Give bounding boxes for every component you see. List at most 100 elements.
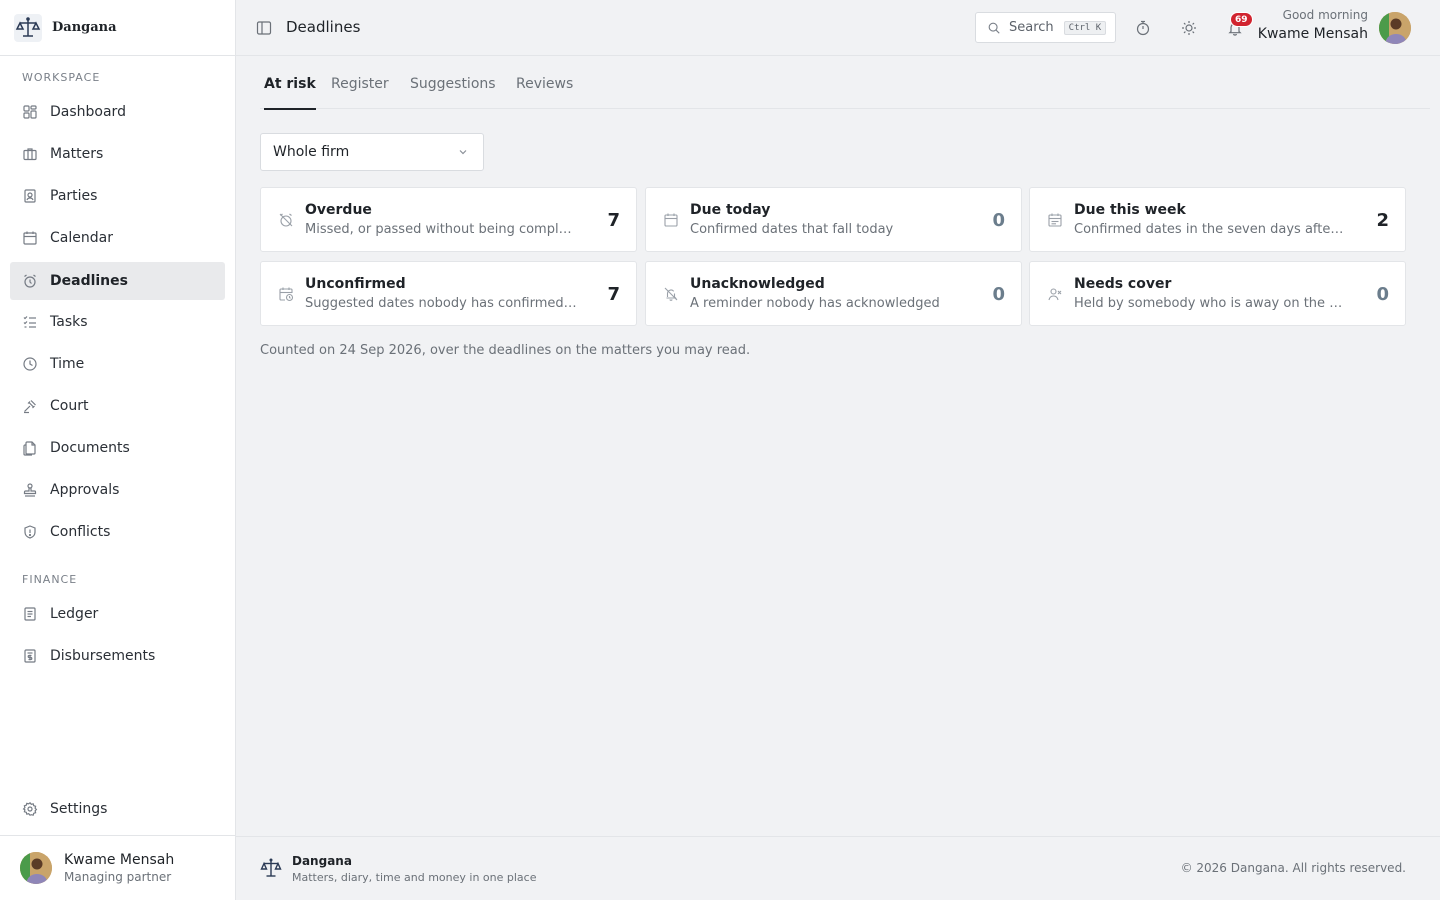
card-title: Needs cover bbox=[1074, 276, 1172, 292]
sidebar-item-label: Deadlines bbox=[50, 273, 128, 289]
sidebar-item-label: Calendar bbox=[50, 230, 113, 246]
chevron-down-icon bbox=[459, 150, 467, 155]
tab-bar: At risk Register Suggestions Reviews bbox=[260, 58, 1430, 110]
sidebar-user-role: Managing partner bbox=[64, 870, 172, 884]
section-title-workspace: WORKSPACE bbox=[22, 71, 101, 84]
footer-copyright: © 2026 Dangana. All rights reserved. bbox=[1180, 861, 1406, 875]
sidebar-item-calendar[interactable]: Calendar bbox=[10, 219, 225, 257]
risk-card-due-today[interactable]: Due today Confirmed dates that fall toda… bbox=[645, 187, 1022, 252]
tab-register[interactable]: Register bbox=[331, 76, 389, 109]
card-count: 2 bbox=[1376, 210, 1389, 231]
card-description: A reminder nobody has acknowledged bbox=[690, 296, 940, 311]
card-description: Held by somebody who is away on the date bbox=[1074, 296, 1346, 311]
sidebar-item-documents[interactable]: Documents bbox=[10, 429, 225, 467]
sidebar-item-settings[interactable]: Settings bbox=[10, 790, 225, 828]
sidebar-item-ledger[interactable]: Ledger bbox=[10, 595, 225, 633]
footer-tagline: Matters, diary, time and money in one pl… bbox=[292, 871, 537, 884]
calendar-icon bbox=[663, 212, 679, 228]
card-description: Suggested dates nobody has confirmed or… bbox=[305, 296, 577, 311]
tab-suggestions[interactable]: Suggestions bbox=[410, 76, 496, 109]
sidebar-item-label: Tasks bbox=[50, 314, 88, 330]
user-greeting[interactable]: Good morning Kwame Mensah bbox=[1258, 8, 1368, 42]
sidebar-toggle-icon[interactable] bbox=[256, 20, 272, 36]
risk-card-unacknowledged[interactable]: Unacknowledged A reminder nobody has ack… bbox=[645, 261, 1022, 326]
card-title: Unacknowledged bbox=[690, 276, 825, 292]
sidebar-item-deadlines[interactable]: Deadlines bbox=[10, 262, 225, 300]
sidebar-item-time[interactable]: Time bbox=[10, 345, 225, 383]
gavel-icon bbox=[22, 398, 38, 414]
sidebar-item-conflicts[interactable]: Conflicts bbox=[10, 513, 225, 551]
page-title: Deadlines bbox=[286, 18, 361, 36]
scales-logo-icon bbox=[14, 13, 42, 42]
footer-brand-name: Dangana bbox=[292, 854, 352, 868]
sidebar-item-dashboard[interactable]: Dashboard bbox=[10, 93, 225, 131]
risk-card-due-this-week[interactable]: Due this week Confirmed dates in the sev… bbox=[1029, 187, 1406, 252]
dashboard-icon bbox=[22, 104, 38, 120]
timer-icon[interactable] bbox=[1134, 19, 1152, 37]
card-title: Due today bbox=[690, 202, 771, 218]
user-x-icon bbox=[1047, 286, 1063, 302]
scope-select[interactable]: Whole firm bbox=[260, 133, 484, 171]
ledger-icon bbox=[22, 606, 38, 622]
card-description: Missed, or passed without being complete… bbox=[305, 222, 577, 237]
sidebar: Dangana WORKSPACE Dashboard Matters Part… bbox=[0, 0, 236, 900]
sidebar-item-tasks[interactable]: Tasks bbox=[10, 303, 225, 341]
stamp-icon bbox=[22, 482, 38, 498]
card-count: 7 bbox=[607, 284, 620, 305]
sidebar-item-label: Settings bbox=[50, 801, 108, 817]
sidebar-item-label: Dashboard bbox=[50, 104, 126, 120]
card-title: Overdue bbox=[305, 202, 372, 218]
sidebar-user-profile[interactable]: Kwame Mensah Managing partner bbox=[0, 835, 235, 900]
card-count: 0 bbox=[1376, 284, 1389, 305]
header-user-name: Kwame Mensah bbox=[1257, 26, 1368, 42]
tab-reviews[interactable]: Reviews bbox=[516, 76, 573, 109]
shield-icon bbox=[22, 524, 38, 540]
sidebar-item-approvals[interactable]: Approvals bbox=[10, 471, 225, 509]
sidebar-item-label: Disbursements bbox=[50, 648, 156, 664]
documents-icon bbox=[22, 440, 38, 456]
contact-card-icon bbox=[22, 188, 38, 204]
sidebar-item-label: Parties bbox=[50, 188, 98, 204]
theme-sun-icon[interactable] bbox=[1180, 19, 1198, 37]
card-description: Confirmed dates in the seven days after … bbox=[1074, 222, 1346, 237]
search-label: Search bbox=[1009, 20, 1054, 35]
sidebar-item-matters[interactable]: Matters bbox=[10, 135, 225, 173]
card-count: 0 bbox=[992, 210, 1005, 231]
briefcase-icon bbox=[22, 146, 38, 162]
sidebar-item-label: Conflicts bbox=[50, 524, 111, 540]
risk-card-unconfirmed[interactable]: Unconfirmed Suggested dates nobody has c… bbox=[260, 261, 637, 326]
sidebar-item-parties[interactable]: Parties bbox=[10, 177, 225, 215]
alarm-off-icon bbox=[278, 212, 294, 228]
search-shortcut: Ctrl K bbox=[1063, 20, 1107, 35]
counted-note: Counted on 24 Sep 2026, over the deadlin… bbox=[260, 343, 751, 358]
sidebar-item-label: Approvals bbox=[50, 482, 120, 498]
receipt-icon bbox=[22, 648, 38, 664]
risk-card-needs-cover[interactable]: Needs cover Held by somebody who is away… bbox=[1029, 261, 1406, 326]
task-list-icon bbox=[22, 314, 38, 330]
clock-icon bbox=[22, 356, 38, 372]
top-header: Deadlines Search Ctrl K 69 Good morning … bbox=[236, 0, 1440, 56]
sidebar-item-label: Ledger bbox=[50, 606, 99, 622]
sidebar-item-label: Matters bbox=[50, 146, 104, 162]
card-description: Confirmed dates that fall today bbox=[690, 222, 894, 237]
sidebar-item-label: Time bbox=[50, 356, 85, 372]
gear-icon bbox=[22, 801, 38, 817]
tab-at-risk[interactable]: At risk bbox=[264, 76, 316, 110]
search-button[interactable]: Search Ctrl K bbox=[975, 12, 1116, 43]
brand[interactable]: Dangana bbox=[0, 0, 235, 56]
calendar-clock-icon bbox=[278, 286, 294, 302]
sidebar-item-label: Documents bbox=[50, 440, 130, 456]
section-title-finance: FINANCE bbox=[22, 573, 78, 586]
footer: Dangana Matters, diary, time and money i… bbox=[236, 836, 1440, 900]
card-count: 0 bbox=[992, 284, 1005, 305]
sidebar-user-name: Kwame Mensah bbox=[64, 852, 175, 868]
search-icon bbox=[988, 22, 1000, 34]
card-title: Unconfirmed bbox=[305, 276, 406, 292]
risk-card-overdue[interactable]: Overdue Missed, or passed without being … bbox=[260, 187, 637, 252]
calendar-icon bbox=[22, 230, 38, 246]
sidebar-item-disbursements[interactable]: Disbursements bbox=[10, 637, 225, 675]
sidebar-item-court[interactable]: Court bbox=[10, 387, 225, 425]
brand-name: Dangana bbox=[52, 20, 117, 35]
avatar[interactable] bbox=[1379, 12, 1411, 44]
notification-badge: 69 bbox=[1230, 12, 1253, 27]
